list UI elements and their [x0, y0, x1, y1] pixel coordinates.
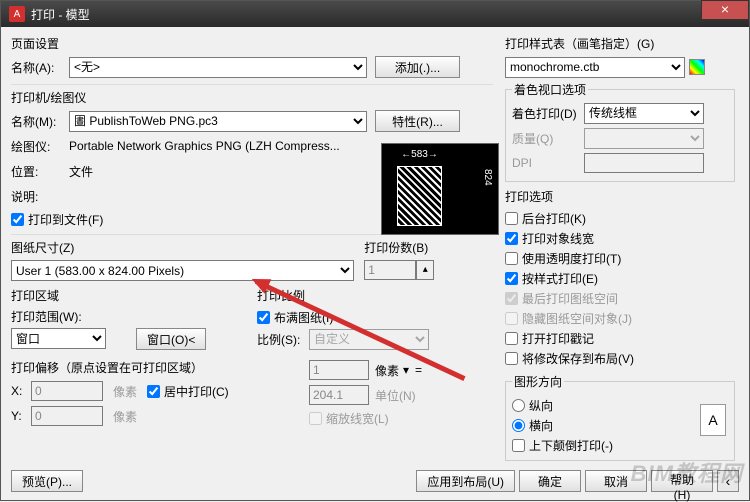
edit-style-table-icon[interactable]	[689, 59, 705, 75]
preview-height-label: 824	[482, 169, 493, 186]
plot-to-file-checkbox[interactable]	[11, 213, 24, 226]
what-to-plot-label: 打印范围(W):	[11, 308, 247, 325]
printer-name-label: 名称(M):	[11, 113, 69, 130]
copies-title: 打印份数(B)	[364, 239, 493, 256]
plotter-label: 绘图仪:	[11, 138, 69, 155]
right-column: 打印样式表（画笔指定）(G) monochrome.ctb 着色视口选项 着色打…	[503, 35, 735, 450]
page-setup-group: 页面设置 名称(A): <无> 添加(.)...	[11, 35, 493, 78]
offset-x-label: X:	[11, 384, 31, 398]
landscape-radio[interactable]	[512, 419, 525, 432]
footer: 预览(P)... 应用到布局(U) 确定 取消 帮助(H) ‹	[11, 470, 739, 492]
printer-props-button[interactable]: 特性(R)...	[375, 110, 460, 132]
portrait-radio[interactable]	[512, 399, 525, 412]
desc-label: 说明:	[11, 188, 69, 205]
offset-x-input	[31, 381, 103, 401]
close-button[interactable]: ×	[701, 0, 749, 20]
preview-button[interactable]: 预览(P)...	[11, 470, 83, 492]
scale-equals: =	[415, 363, 422, 377]
shade-plot-select[interactable]: 传统线框	[584, 103, 704, 124]
collapse-button[interactable]: ‹	[717, 470, 739, 492]
opt-background-label: 后台打印(K)	[522, 210, 586, 227]
orientation-title: 图形方向	[512, 373, 564, 390]
ok-button[interactable]: 确定	[519, 470, 581, 492]
upside-down-checkbox[interactable]	[512, 439, 525, 452]
what-to-plot-select[interactable]: 窗口	[11, 328, 106, 349]
titlebar: A 打印 - 模型 ×	[1, 1, 749, 27]
orientation-preview-icon: A	[700, 404, 726, 436]
print-dialog: A 打印 - 模型 × 页面设置 名称(A): <无> 添加(.)... 打印机…	[0, 0, 750, 501]
upside-down-label: 上下颠倒打印(-)	[529, 437, 613, 454]
center-plot-label: 居中打印(C)	[164, 383, 229, 400]
where-label: 位置:	[11, 163, 69, 180]
opt-styles-checkbox[interactable]	[505, 272, 518, 285]
scale-dropdown-icon: ▾	[403, 363, 409, 377]
dpi-input	[584, 153, 704, 173]
opt-styles-label: 按样式打印(E)	[522, 270, 598, 287]
shade-plot-label: 着色打印(D)	[512, 105, 584, 122]
window-pick-button[interactable]: 窗口(O)<	[136, 328, 206, 350]
orientation-fieldset: 图形方向 纵向 横向 上下颠倒打印(-) A	[505, 373, 735, 461]
cancel-button[interactable]: 取消	[585, 470, 647, 492]
style-table-title: 打印样式表（画笔指定）(G)	[505, 35, 735, 52]
scale-unit1: 像素	[375, 362, 399, 379]
style-table-select[interactable]: monochrome.ctb	[505, 57, 685, 78]
autocad-logo-icon: A	[9, 6, 25, 22]
center-plot-checkbox[interactable]	[147, 385, 160, 398]
plot-offset-title: 打印偏移（原点设置在可打印区域）	[11, 359, 247, 376]
opt-hide-paperspace-checkbox	[505, 312, 518, 325]
preview-hatch-icon	[397, 166, 442, 226]
opt-hide-paperspace-label: 隐藏图纸空间对象(J)	[522, 310, 632, 327]
opt-paperspace-last-checkbox	[505, 292, 518, 305]
preview-width-label: ←583→	[397, 149, 442, 160]
scale-num-input	[309, 360, 369, 380]
add-page-setup-button[interactable]: 添加(.)...	[375, 56, 460, 78]
scale-label: 比例(S):	[257, 331, 309, 348]
plot-area-title: 打印区域	[11, 287, 247, 304]
paper-size-select[interactable]: User 1 (583.00 x 824.00 Pixels)	[11, 260, 354, 281]
apply-layout-button[interactable]: 应用到布局(U)	[416, 470, 515, 492]
opt-transparency-checkbox[interactable]	[505, 252, 518, 265]
title-text: 打印 - 模型	[31, 6, 90, 23]
options-title: 打印选项	[505, 188, 735, 205]
opt-paperspace-last-label: 最后打印图纸空间	[522, 290, 618, 307]
offset-y-unit: 像素	[113, 408, 137, 425]
opt-plot-stamp-checkbox[interactable]	[505, 332, 518, 345]
plotter-value: Portable Network Graphics PNG (LZH Compr…	[69, 139, 340, 153]
scale-unit2: 单位(N)	[375, 387, 416, 404]
scale-lineweights-label: 缩放线宽(L)	[326, 410, 389, 427]
left-column: 页面设置 名称(A): <无> 添加(.)... 打印机/绘图仪 名称(M): …	[11, 35, 503, 450]
opt-background-checkbox[interactable]	[505, 212, 518, 225]
paper-preview: ←583→ 824	[381, 143, 499, 235]
printer-name-select[interactable]: 圕 PublishToWeb PNG.pc3	[69, 111, 367, 132]
scale-denom-input	[309, 385, 369, 405]
plot-to-file-label: 打印到文件(F)	[28, 211, 103, 228]
copies-input	[364, 260, 416, 280]
page-setup-title: 页面设置	[11, 35, 493, 52]
opt-plot-stamp-label: 打开打印戳记	[522, 330, 594, 347]
name-label: 名称(A):	[11, 59, 69, 76]
offset-y-input	[31, 406, 103, 426]
dpi-label: DPI	[512, 156, 584, 170]
offset-x-unit: 像素	[113, 383, 137, 400]
opt-save-layout-label: 将修改保存到布局(V)	[522, 350, 634, 367]
scale-lineweights-checkbox	[309, 412, 322, 425]
viewport-fieldset: 着色视口选项 着色打印(D)传统线框 质量(Q) DPI	[505, 81, 735, 182]
printer-title: 打印机/绘图仪	[11, 89, 493, 106]
quality-select	[584, 128, 704, 149]
opt-lineweights-label: 打印对象线宽	[522, 230, 594, 247]
paper-size-title: 图纸尺寸(Z)	[11, 239, 354, 256]
where-value: 文件	[69, 163, 93, 180]
viewport-title: 着色视口选项	[512, 81, 588, 98]
copies-spinner: ▴	[416, 260, 434, 280]
landscape-label: 横向	[529, 417, 553, 434]
portrait-label: 纵向	[529, 397, 553, 414]
page-setup-name-select[interactable]: <无>	[69, 57, 367, 78]
opt-transparency-label: 使用透明度打印(T)	[522, 250, 621, 267]
opt-save-layout-checkbox[interactable]	[505, 352, 518, 365]
help-button[interactable]: 帮助(H)	[651, 470, 713, 492]
fit-to-paper-checkbox[interactable]	[257, 311, 270, 324]
quality-label: 质量(Q)	[512, 130, 584, 147]
offset-y-label: Y:	[11, 409, 31, 423]
opt-lineweights-checkbox[interactable]	[505, 232, 518, 245]
